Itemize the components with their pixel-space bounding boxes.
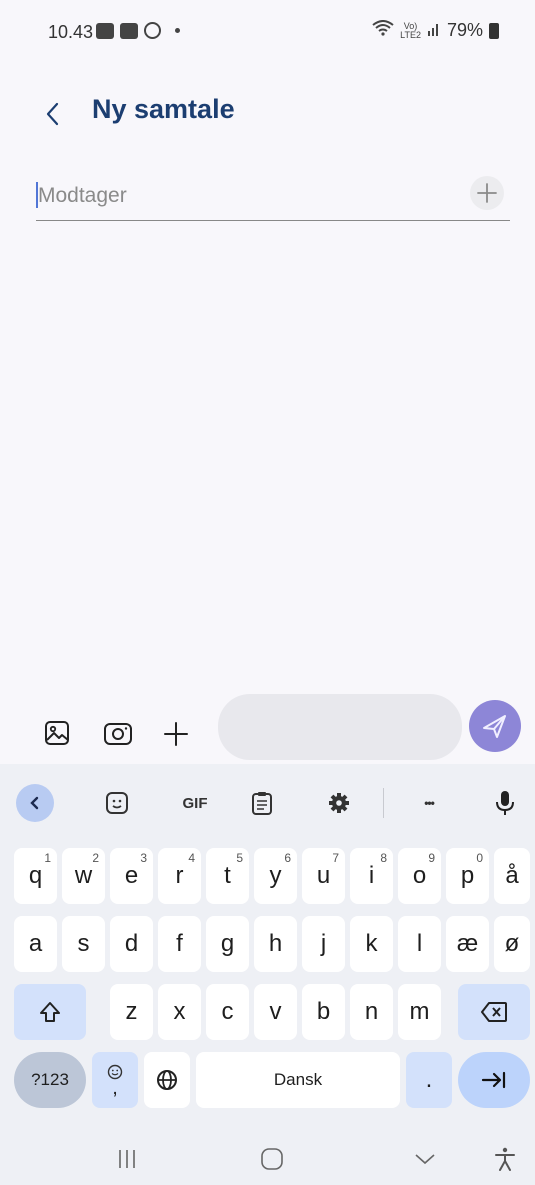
back-button[interactable]: [38, 96, 68, 132]
symbols-key[interactable]: ?123: [14, 1052, 86, 1108]
compose-bar: [0, 692, 535, 764]
enter-key[interactable]: [458, 1052, 530, 1108]
backspace-icon: [481, 1002, 507, 1022]
more-notifications-icon: [175, 28, 180, 33]
keyboard: GIF ••• q1 w2 e3 r4 t5 y6 u7 i8 o9 p0 å …: [0, 764, 535, 1185]
voice-input-button[interactable]: [488, 786, 522, 820]
camera-button[interactable]: [102, 718, 134, 750]
key-p[interactable]: p0: [446, 848, 489, 904]
signal-icon: [427, 22, 441, 39]
send-icon: [483, 715, 506, 738]
chevron-down-icon: [415, 1154, 435, 1165]
recipient-field-container: [36, 172, 510, 221]
key-q[interactable]: q1: [14, 848, 57, 904]
gallery-notification-icon: [120, 22, 138, 39]
key-a[interactable]: a: [14, 916, 57, 972]
sync-notification-icon: [144, 22, 161, 39]
lte-icon: Vo) LTE2: [400, 20, 421, 40]
system-nav-bar: [0, 1130, 535, 1185]
key-j[interactable]: j: [302, 916, 345, 972]
hide-keyboard-button[interactable]: [410, 1146, 440, 1172]
home-button[interactable]: [257, 1146, 287, 1172]
key-y[interactable]: y6: [254, 848, 297, 904]
emoji-comma-key[interactable]: ,: [92, 1052, 138, 1108]
battery-percentage: 79%: [446, 20, 483, 40]
key-r[interactable]: r4: [158, 848, 201, 904]
image-icon: [45, 721, 69, 745]
notification-icons: [96, 22, 180, 39]
key-b[interactable]: b: [302, 984, 345, 1040]
key-k[interactable]: k: [350, 916, 393, 972]
backspace-key[interactable]: [458, 984, 530, 1040]
recent-apps-button[interactable]: [112, 1146, 142, 1172]
accessibility-icon: [495, 1147, 515, 1171]
key-z[interactable]: z: [110, 984, 153, 1040]
period-key[interactable]: .: [406, 1052, 452, 1108]
key-aa[interactable]: å: [494, 848, 530, 904]
chevron-left-icon: [30, 796, 39, 810]
status-bar: 10.43 Vo) LTE2 79%: [0, 0, 535, 60]
keyboard-settings-button[interactable]: [322, 786, 356, 820]
key-w[interactable]: w2: [62, 848, 105, 904]
add-recipient-button[interactable]: [470, 176, 504, 210]
toolbar-divider: [383, 788, 384, 818]
recipient-input[interactable]: [36, 176, 460, 216]
shift-key[interactable]: [14, 984, 86, 1040]
more-options-button[interactable]: •••: [412, 786, 446, 820]
key-oe[interactable]: ø: [494, 916, 530, 972]
key-t[interactable]: t5: [206, 848, 249, 904]
key-c[interactable]: c: [206, 984, 249, 1040]
key-x[interactable]: x: [158, 984, 201, 1040]
recent-apps-icon: [119, 1150, 135, 1168]
shift-icon: [40, 1002, 60, 1022]
keyboard-toolbar: GIF •••: [0, 774, 535, 830]
keyboard-toolbar-back-button[interactable]: [16, 784, 54, 822]
attach-button[interactable]: [160, 718, 192, 750]
space-key[interactable]: Dansk: [196, 1052, 400, 1108]
page-title: Ny samtale: [92, 94, 235, 124]
plus-icon: [477, 183, 497, 203]
sticker-icon: [106, 792, 128, 814]
key-ae[interactable]: æ: [446, 916, 489, 972]
globe-icon: [157, 1070, 177, 1090]
clipboard-icon: [252, 792, 272, 815]
plus-icon: [164, 722, 188, 746]
key-l[interactable]: l: [398, 916, 441, 972]
key-i[interactable]: i8: [350, 848, 393, 904]
language-key[interactable]: [144, 1052, 190, 1108]
next-icon: [481, 1071, 506, 1089]
key-n[interactable]: n: [350, 984, 393, 1040]
clipboard-button[interactable]: [245, 786, 279, 820]
key-g[interactable]: g: [206, 916, 249, 972]
key-f[interactable]: f: [158, 916, 201, 972]
gif-button[interactable]: GIF: [173, 786, 217, 820]
key-d[interactable]: d: [110, 916, 153, 972]
send-button[interactable]: [469, 700, 521, 752]
key-m[interactable]: m: [398, 984, 441, 1040]
gear-icon: [329, 793, 349, 813]
accessibility-button[interactable]: [490, 1146, 520, 1172]
key-v[interactable]: v: [254, 984, 297, 1040]
microphone-icon: [496, 791, 514, 815]
status-time: 10.43: [48, 22, 94, 42]
status-right: Vo) LTE2 79%: [372, 20, 499, 41]
wifi-icon: [372, 20, 394, 41]
message-input[interactable]: [218, 694, 462, 760]
camera-icon: [104, 723, 132, 745]
notification-icon: [96, 22, 114, 39]
battery-icon: [489, 22, 499, 39]
sticker-button[interactable]: [100, 786, 134, 820]
key-u[interactable]: u7: [302, 848, 345, 904]
gallery-button[interactable]: [42, 718, 74, 750]
key-e[interactable]: e3: [110, 848, 153, 904]
app-header: Ny samtale: [0, 88, 535, 140]
key-h[interactable]: h: [254, 916, 297, 972]
comma-label: ,: [112, 1077, 118, 1099]
key-o[interactable]: o9: [398, 848, 441, 904]
home-icon: [261, 1148, 283, 1170]
chevron-left-icon: [46, 102, 59, 126]
key-s[interactable]: s: [62, 916, 105, 972]
